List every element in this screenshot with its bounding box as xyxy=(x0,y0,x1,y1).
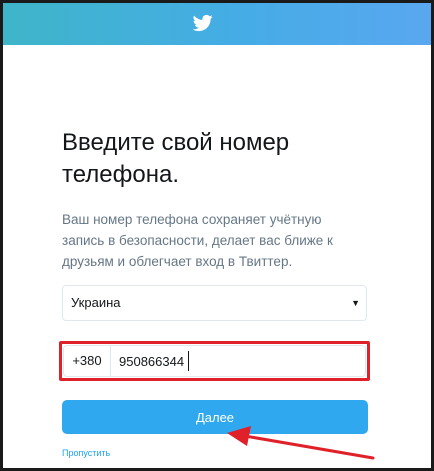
skip-link[interactable]: Пропустить xyxy=(62,448,110,458)
country-select[interactable]: Украина ▼ xyxy=(62,285,367,321)
caret-down-icon: ▼ xyxy=(351,298,360,308)
annotation-arrow xyxy=(227,426,375,460)
app-frame: Введите свой номер телефона. Ваш номер т… xyxy=(0,0,434,471)
header-bar xyxy=(3,3,431,45)
text-cursor xyxy=(188,351,189,371)
page-title: Введите свой номер телефона. xyxy=(62,129,290,188)
country-code-prefix: +380 xyxy=(64,346,111,376)
phone-number-input[interactable] xyxy=(111,346,365,376)
twitter-bird-icon xyxy=(193,14,213,32)
country-select-value: Украина xyxy=(71,295,121,310)
phone-field-group: +380 xyxy=(63,345,366,377)
page-subtitle: Ваш номер телефона сохраняет учётную зап… xyxy=(62,212,333,269)
